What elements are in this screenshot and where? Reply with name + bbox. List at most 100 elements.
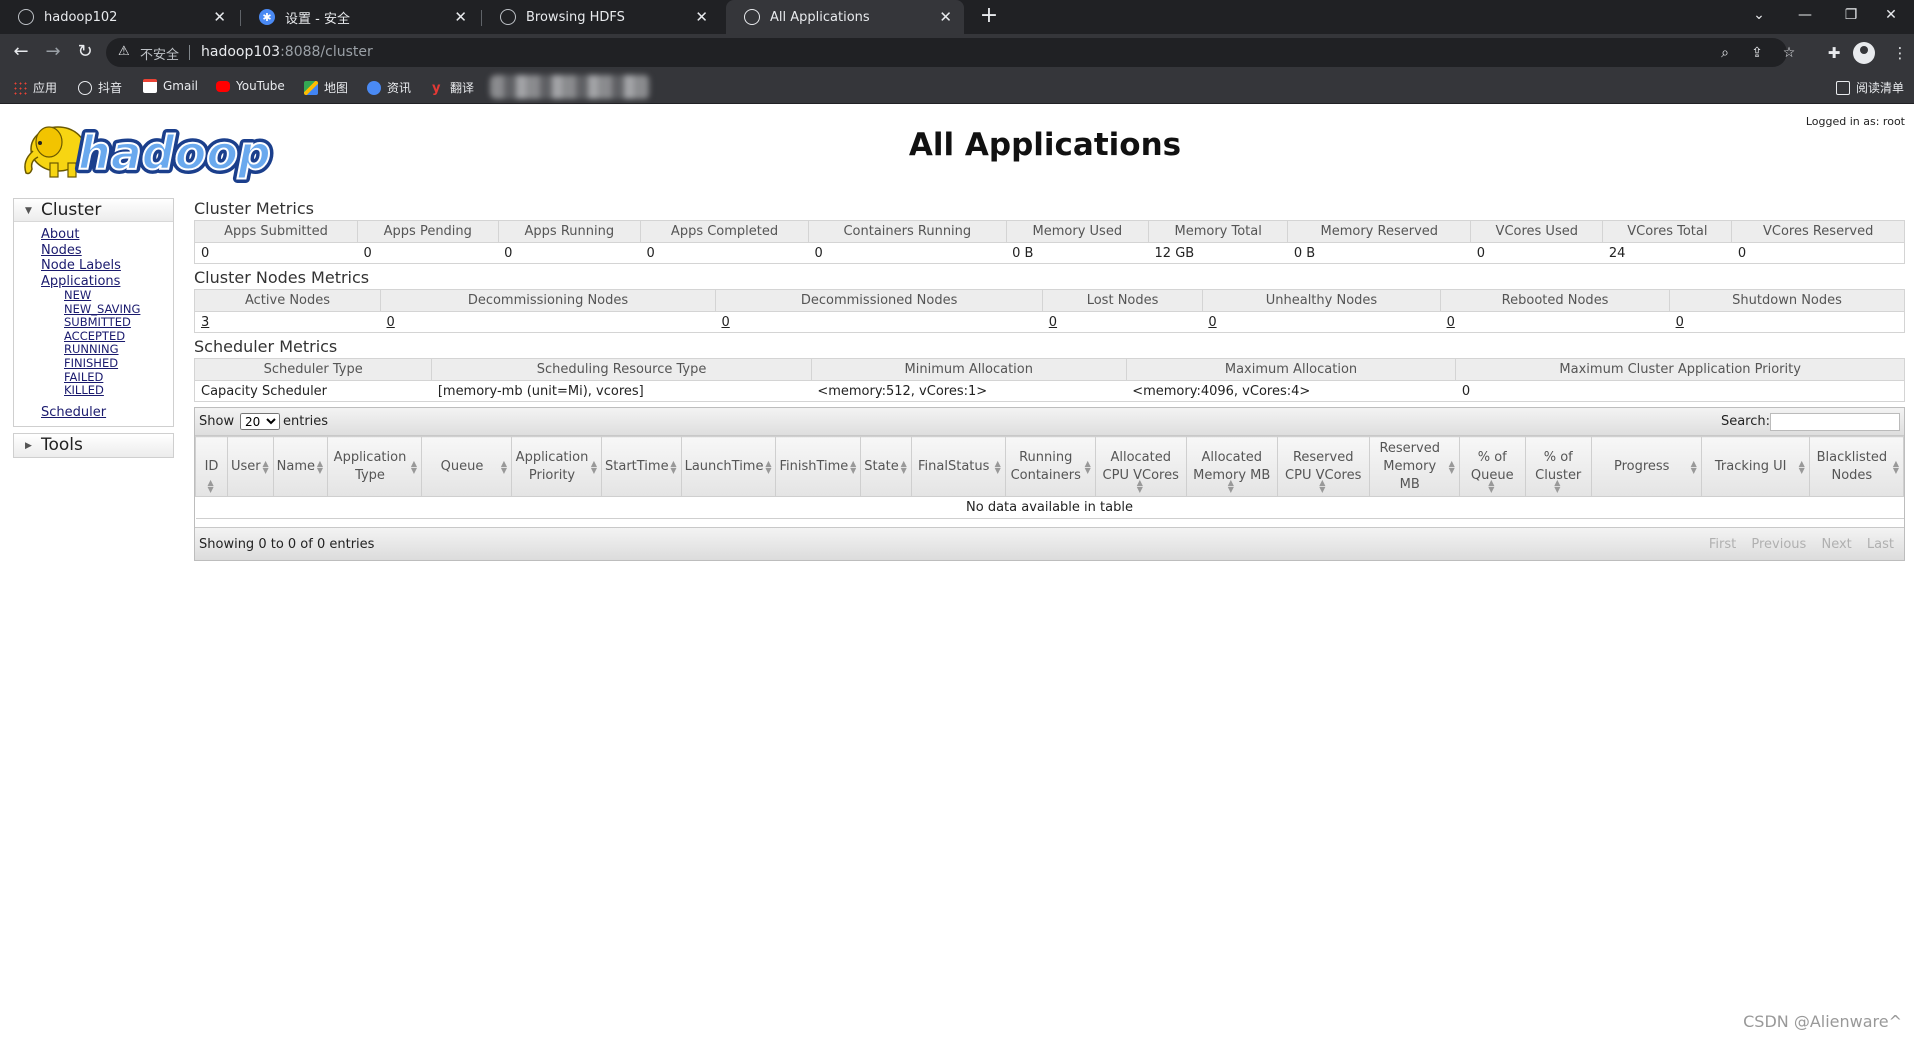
pager-last-button[interactable]: Last <box>1867 537 1894 552</box>
scheduler-metrics-title: Scheduler Metrics <box>194 337 338 356</box>
tab-strip: hadoop102 ✕ ✱ 设置 - 安全 ✕ Browsing HDFS ✕ … <box>0 0 1914 34</box>
unhealthy-nodes-link[interactable]: 0 <box>1208 315 1216 330</box>
table-header: Apps Pending <box>356 220 499 243</box>
column-header-allocated-cpu-vcores[interactable]: Allocated CPU VCores ▲ ▼ <box>1094 436 1187 497</box>
pager-first-button[interactable]: First <box>1709 537 1736 552</box>
column-header-running-containers[interactable]: Running Containers ▲ ▼ <box>1004 436 1096 497</box>
nav-link-failed[interactable]: FAILED <box>64 370 173 385</box>
pager-previous-button[interactable]: Previous <box>1751 537 1806 552</box>
globe-icon <box>500 9 516 25</box>
tab-search-chevron-icon[interactable]: ⌄ <box>1736 0 1782 34</box>
column-header-finishtime[interactable]: FinishTime ▲ ▼ <box>775 436 862 497</box>
close-window-button[interactable]: ✕ <box>1868 0 1914 34</box>
bookmark-translate[interactable]: y 翻译 <box>432 79 474 96</box>
nav-link-scheduler[interactable]: Scheduler <box>41 405 173 421</box>
column-header-id[interactable]: ID ▲ ▼ <box>195 436 228 497</box>
bookmark-news[interactable]: 资讯 <box>367 79 411 96</box>
table-header: Scheduling Resource Type <box>431 358 812 381</box>
column-header-percent-of-cluster[interactable]: % of Cluster ▲ ▼ <box>1524 436 1592 497</box>
column-header-allocated-memory-mb[interactable]: Allocated Memory MB ▲ ▼ <box>1185 436 1278 497</box>
url-path: :8088/cluster <box>280 44 373 60</box>
shutdown-nodes-link[interactable]: 0 <box>1676 315 1684 330</box>
pager-next-button[interactable]: Next <box>1821 537 1851 552</box>
nav-link-accepted[interactable]: ACCEPTED <box>64 329 173 344</box>
tab-settings-security[interactable]: ✱ 设置 - 安全 ✕ <box>241 0 479 34</box>
more-menu-icon[interactable]: ⋮ <box>1888 41 1912 65</box>
bookmark-gmail[interactable]: Gmail <box>143 79 198 93</box>
column-header-name[interactable]: Name ▲ ▼ <box>272 436 329 497</box>
nav-link-finished[interactable]: FINISHED <box>64 356 173 371</box>
table-cell: 0 <box>640 242 809 264</box>
blurred-bookmarks <box>490 75 650 99</box>
nav-link-new[interactable]: NEW <box>64 288 173 303</box>
column-header-tracking-ui[interactable]: Tracking UI ▲ ▼ <box>1700 436 1810 497</box>
new-tab-button[interactable]: + <box>976 4 1002 30</box>
sort-arrows-icon: ▲ ▼ <box>1448 458 1455 475</box>
extensions-puzzle-icon[interactable]: ✚ <box>1822 41 1846 65</box>
close-icon[interactable]: ✕ <box>213 8 226 26</box>
nav-link-submitted[interactable]: SUBMITTED <box>64 316 173 330</box>
reload-icon[interactable]: ↻ <box>73 41 97 65</box>
nav-link-node-labels[interactable]: Node Labels <box>41 258 173 274</box>
bookmark-apps[interactable]: 应用 <box>13 79 57 96</box>
rebooted-nodes-link[interactable]: 0 <box>1447 315 1455 330</box>
column-header-application-priority[interactable]: Application Priority ▲ ▼ <box>511 436 602 497</box>
cluster-nav-header[interactable]: ▼ Cluster <box>14 199 173 222</box>
nav-link-new-saving[interactable]: NEW_SAVING <box>64 302 173 317</box>
close-icon[interactable]: ✕ <box>454 8 467 26</box>
table-cell: <memory:512, vCores:1> <box>811 380 1127 402</box>
warning-triangle-icon[interactable]: ⚠ <box>118 44 130 59</box>
cluster-metrics-table: Apps Submitted Apps Pending Apps Running… <box>194 220 1905 264</box>
nav-link-about[interactable]: About <box>41 227 173 243</box>
column-header-application-type[interactable]: Application Type ▲ ▼ <box>327 436 422 497</box>
column-header-blacklisted-nodes[interactable]: Blacklisted Nodes ▲ ▼ <box>1808 436 1905 497</box>
column-header-reserved-cpu-vcores[interactable]: Reserved CPU VCores ▲ ▼ <box>1276 436 1370 497</box>
decommissioned-nodes-link[interactable]: 0 <box>721 315 729 330</box>
tab-hadoop102[interactable]: hadoop102 ✕ <box>0 0 238 34</box>
back-arrow-icon[interactable]: ← <box>9 41 33 65</box>
reading-list-button[interactable]: 阅读清单 <box>1836 79 1904 96</box>
column-header-launchtime[interactable]: LaunchTime ▲ ▼ <box>680 436 777 497</box>
minimize-button[interactable]: — <box>1782 0 1828 34</box>
column-header-user[interactable]: User ▲ ▼ <box>227 436 274 497</box>
security-label[interactable]: 不安全 <box>140 44 179 63</box>
column-header-state[interactable]: State ▲ ▼ <box>860 436 912 497</box>
column-header-finalstatus[interactable]: FinalStatus ▲ ▼ <box>910 436 1006 497</box>
column-header-queue[interactable]: Queue ▲ ▼ <box>421 436 512 497</box>
share-icon[interactable]: ⇪ <box>1748 45 1766 63</box>
page-size-select[interactable]: 20 <box>240 413 280 430</box>
active-nodes-link[interactable]: 3 <box>201 315 209 330</box>
tab-all-applications[interactable]: All Applications ✕ <box>726 0 964 34</box>
bookmark-youtube[interactable]: YouTube <box>216 79 285 93</box>
zoom-magnifier-icon[interactable]: ⌕ <box>1716 45 1734 63</box>
table-controls: Show 20 entries Search: <box>195 408 1904 436</box>
table-header: Lost Nodes <box>1042 289 1203 312</box>
bookmark-douyin[interactable]: 抖音 <box>78 79 122 96</box>
decommissioning-nodes-link[interactable]: 0 <box>387 315 395 330</box>
lost-nodes-link[interactable]: 0 <box>1049 315 1057 330</box>
close-icon[interactable]: ✕ <box>939 8 952 26</box>
profile-avatar-icon[interactable] <box>1853 42 1875 64</box>
sort-arrows-icon: ▲ ▼ <box>1892 458 1899 475</box>
tab-browsing-hdfs[interactable]: Browsing HDFS ✕ <box>482 0 720 34</box>
address-bar[interactable]: ⚠ 不安全 hadoop103:8088/cluster ⌕ ⇪ ☆ <box>106 38 1795 67</box>
search-input[interactable] <box>1770 413 1900 431</box>
column-header-reserved-memory-mb[interactable]: Reserved Memory MB ▲ ▼ <box>1368 436 1460 497</box>
nav-link-killed[interactable]: KILLED <box>64 384 173 398</box>
bookmark-maps[interactable]: 地图 <box>304 79 348 96</box>
tools-nav-header[interactable]: ▶ Tools <box>14 434 173 458</box>
close-icon[interactable]: ✕ <box>695 8 708 26</box>
news-icon <box>367 80 381 95</box>
nav-link-running[interactable]: RUNNING <box>64 343 173 357</box>
column-header-starttime[interactable]: StartTime ▲ ▼ <box>601 436 682 497</box>
node-metrics-title: Cluster Nodes Metrics <box>194 268 370 287</box>
nav-link-nodes[interactable]: Nodes <box>41 243 173 259</box>
bookmark-star-icon[interactable]: ☆ <box>1780 45 1798 63</box>
column-header-percent-of-queue[interactable]: % of Queue ▲ ▼ <box>1458 436 1526 497</box>
column-header-progress[interactable]: Progress ▲ ▼ <box>1590 436 1702 497</box>
forward-arrow-icon[interactable]: → <box>41 41 65 65</box>
bookmark-label: 资讯 <box>387 81 412 95</box>
nav-link-applications[interactable]: Applications <box>41 274 173 290</box>
sort-arrows-icon: ▲ ▼ <box>1136 478 1143 494</box>
url-text[interactable]: hadoop103:8088/cluster <box>201 44 373 60</box>
